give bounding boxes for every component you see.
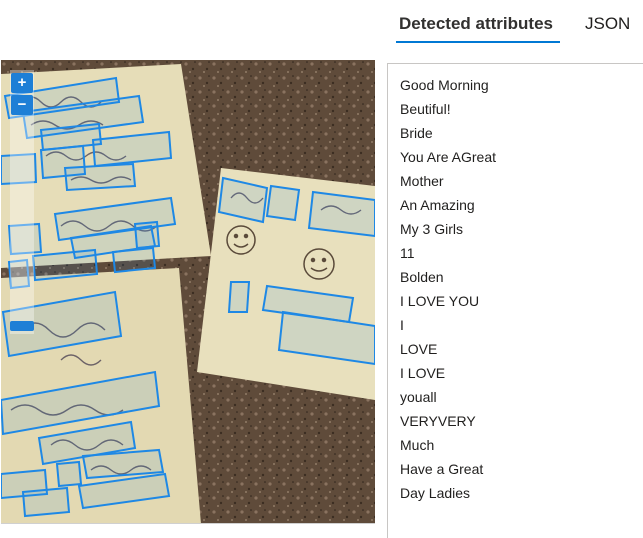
attribute-item: Day Ladies [400, 485, 471, 501]
bbox-love-small[interactable] [31, 248, 99, 282]
bbox-i-love-you-i[interactable] [227, 281, 251, 313]
annotated-photo [1, 60, 375, 524]
bbox-day[interactable] [21, 486, 71, 518]
attribute-item: Bolden [400, 269, 444, 285]
ocr-viewer: Detected attributes JSON + − Good Mornin… [0, 0, 643, 538]
bbox-11[interactable] [111, 246, 157, 274]
tab-bar: Detected attributes JSON [387, 0, 643, 46]
attribute-item: youall [400, 389, 437, 405]
bbox-a[interactable] [55, 460, 83, 488]
bbox-mother[interactable] [63, 162, 137, 192]
bbox-great[interactable] [81, 448, 165, 480]
image-viewer[interactable] [1, 60, 375, 524]
tab-json[interactable]: JSON [585, 14, 630, 34]
bbox-bolden-2[interactable] [133, 220, 161, 250]
attribute-item: Much [400, 437, 435, 453]
attribute-item: Mother [400, 173, 444, 189]
attribute-item: VERYVERY [400, 413, 476, 429]
zoom-in-button[interactable]: + [11, 73, 33, 93]
attribute-item: Have a Great [400, 461, 484, 477]
tab-detected-attributes[interactable]: Detected attributes [399, 14, 553, 34]
attribute-item: My 3 Girls [400, 221, 463, 237]
active-tab-indicator [396, 41, 560, 43]
attribute-item: An Amazing [400, 197, 475, 213]
attribute-item: Beutiful! [400, 101, 451, 117]
image-border [1, 523, 375, 524]
detected-attributes-list[interactable]: Good Morning Beutiful! Bride You Are AGr… [387, 63, 643, 538]
attribute-item: Bride [400, 125, 433, 141]
attribute-item: I LOVE YOU [400, 293, 480, 309]
attribute-item: LOVE [400, 341, 438, 357]
attribute-item: I [400, 317, 404, 333]
attribute-item: You Are AGreat [400, 149, 496, 165]
zoom-out-button[interactable]: − [11, 95, 33, 115]
attribute-item: Good Morning [400, 77, 489, 93]
attribute-item: I LOVE [400, 365, 446, 381]
attribute-item: 11 [400, 245, 415, 261]
bbox-3[interactable] [265, 184, 301, 222]
bbox-girls[interactable] [307, 190, 375, 238]
zoom-slider-thumb[interactable] [10, 321, 34, 331]
